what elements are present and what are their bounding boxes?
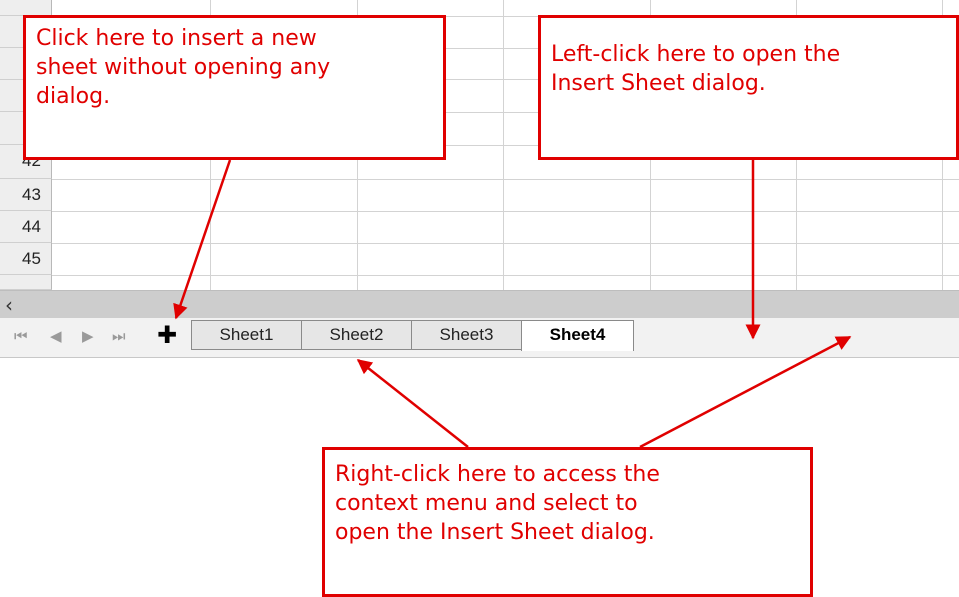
arrow-to-tab-bar-right: [639, 335, 852, 449]
annotation-arrows: [173, 157, 852, 449]
arrow-to-insert-icon: [173, 159, 232, 320]
arrow-to-sheet2: [356, 359, 469, 448]
